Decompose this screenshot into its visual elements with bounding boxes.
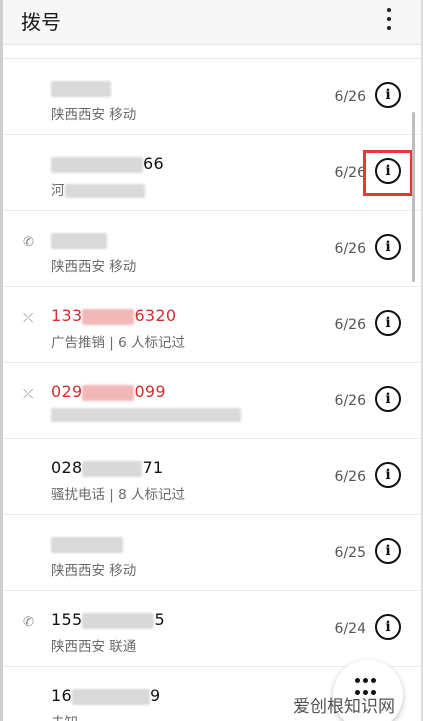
caller-number: 16 9 [51, 686, 161, 705]
info-icon[interactable]: i [375, 462, 401, 488]
caller-location: 陕西西安 移动 [51, 107, 137, 123]
caller-number: 028 71 [51, 458, 164, 477]
missed-call-icon: ⤫ [23, 387, 34, 402]
call-date: 6/24 [334, 621, 366, 637]
call-log-row[interactable]: ⤫ 029 099 6/26 i [3, 362, 421, 438]
outgoing-call-icon: ✆ [23, 235, 34, 250]
call-log-row[interactable]: 028 71 骚扰电话 | 8 人标记过 6/26 i [3, 438, 421, 514]
call-date: 6/25 [334, 545, 366, 561]
page-title: 拨号 [21, 10, 61, 34]
call-date: 6/26 [334, 241, 366, 257]
watermark: 爱创根知识网 [293, 697, 395, 717]
call-date: 6/26 [334, 469, 366, 485]
caller-tag: 广告推销 | 6 人标记过 [51, 335, 186, 351]
info-icon[interactable]: i [375, 386, 401, 412]
call-log-row[interactable]: ✆ 陕西西安 移动 6/26 i [3, 210, 421, 286]
caller-location: 陕西西安 联通 [51, 639, 137, 655]
scrollbar[interactable] [412, 112, 415, 282]
caller-tag: 骚扰电话 | 8 人标记过 [51, 487, 186, 503]
call-log-row[interactable]: ✆ 155 5 陕西西安 联通 6/24 i [3, 590, 421, 666]
info-icon[interactable]: i [375, 614, 401, 640]
caller-number: 029 099 [51, 382, 166, 401]
caller-location: 陕西西安 移动 [51, 563, 137, 579]
incoming-call-icon: ✆ [23, 615, 34, 630]
caller-number [51, 78, 111, 97]
call-log-list: 陕西西安 移动 6/26 i 66 河 6/26 i ✆ 陕西西安 移动 6/2… [3, 58, 421, 721]
call-date: 6/26 [334, 89, 366, 105]
info-icon[interactable]: i [375, 310, 401, 336]
app-header: 拨号 [3, 0, 421, 45]
info-icon[interactable]: i [375, 158, 401, 184]
more-vert-icon[interactable] [385, 6, 393, 32]
call-date: 6/26 [334, 165, 366, 181]
call-log-row[interactable]: ⤫ 133 6320 广告推销 | 6 人标记过 6/26 i [3, 286, 421, 362]
caller-location: 河 [51, 179, 145, 199]
info-icon[interactable]: i [375, 538, 401, 564]
call-date: 6/26 [334, 317, 366, 333]
caller-number [51, 230, 107, 249]
call-date: 6/26 [334, 393, 366, 409]
info-icon[interactable]: i [375, 234, 401, 260]
call-log-row[interactable]: 66 河 6/26 i [3, 134, 421, 210]
caller-number: 155 5 [51, 610, 165, 629]
caller-number [51, 534, 123, 553]
call-log-row[interactable]: 陕西西安 移动 6/25 i [3, 514, 421, 590]
caller-location: 未知 [51, 711, 78, 721]
caller-location: 陕西西安 移动 [51, 259, 137, 275]
caller-number: 66 [51, 154, 164, 173]
missed-call-icon: ⤫ [23, 311, 34, 326]
phone-screen: 拨号 陕西西安 移动 6/26 i 66 河 6/26 i ✆ 陕西西安 移动 … [0, 0, 423, 721]
call-log-row[interactable]: 陕西西安 移动 6/26 i [3, 58, 421, 134]
caller-number: 133 6320 [51, 306, 177, 325]
info-icon[interactable]: i [375, 82, 401, 108]
caller-location [51, 407, 241, 423]
